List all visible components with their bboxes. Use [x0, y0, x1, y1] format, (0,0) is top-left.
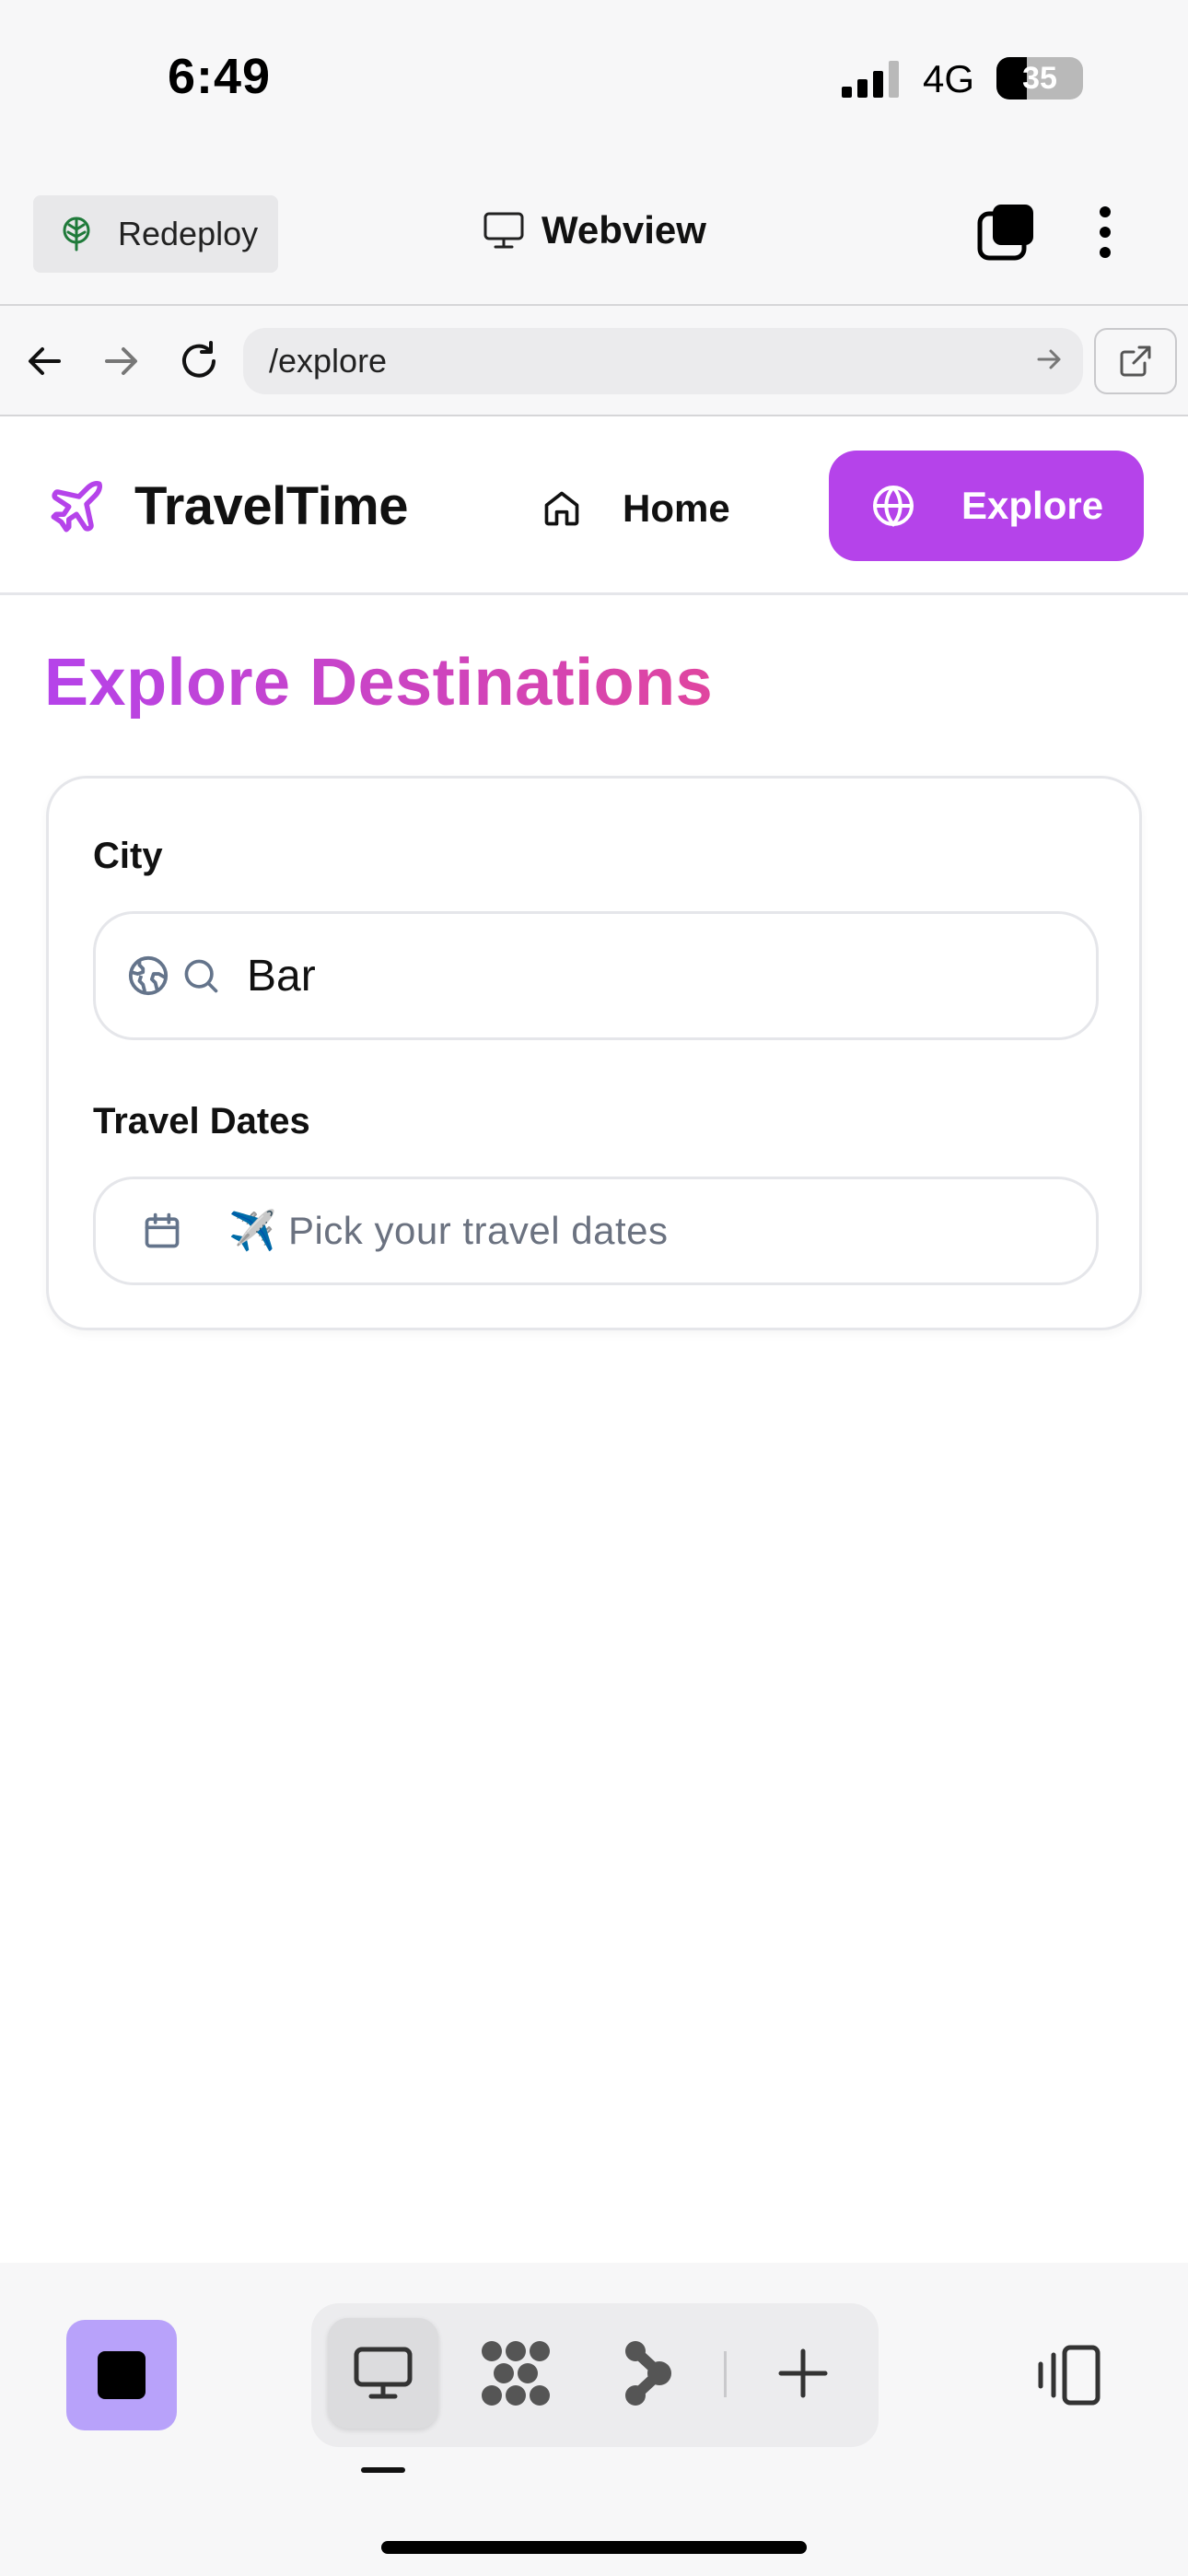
- branch-icon: [623, 2340, 674, 2406]
- forward-arrow-icon[interactable]: [94, 334, 149, 389]
- page-title: Explore Destinations: [44, 646, 714, 720]
- signal-icon: [842, 61, 903, 98]
- monitor-icon: [353, 2346, 413, 2401]
- redeploy-label: Redeploy: [118, 215, 259, 252]
- browser-nav-bar: /explore: [0, 306, 1188, 416]
- battery-tip: [1077, 70, 1083, 87]
- search-card: City Bar Travel Dates ✈️ Pick your trave…: [46, 776, 1142, 1330]
- city-label: City: [93, 836, 163, 876]
- add-button[interactable]: [748, 2318, 858, 2429]
- mode-divider: [724, 2351, 727, 2397]
- status-bar: 6:49 4G 35: [0, 0, 1188, 175]
- plus-icon: [777, 2348, 829, 2399]
- more-options-icon[interactable]: [1087, 203, 1124, 262]
- active-mode-indicator: [361, 2467, 405, 2473]
- tree-icon: [61, 217, 92, 252]
- monitor-icon: [483, 211, 525, 250]
- desktop-view-button[interactable]: [328, 2318, 438, 2429]
- status-time: 6:49: [168, 49, 272, 104]
- url-text: /explore: [269, 342, 388, 380]
- open-external-button[interactable]: [1094, 328, 1177, 394]
- nav-home-link[interactable]: Home: [542, 474, 730, 544]
- site-header: TravelTime Home Explore: [0, 418, 1188, 595]
- go-arrow-icon[interactable]: [1035, 345, 1065, 374]
- city-input[interactable]: Bar: [93, 911, 1099, 1040]
- redeploy-button[interactable]: Redeploy: [33, 195, 278, 273]
- calendar-icon: [142, 1210, 182, 1252]
- plane-icon: [46, 476, 107, 537]
- app-toolbar: Redeploy Webview: [0, 175, 1188, 306]
- nav-home-label: Home: [623, 486, 730, 530]
- branch-view-button[interactable]: [593, 2318, 704, 2429]
- bottom-dock: [0, 2263, 1188, 2576]
- external-link-icon: [1119, 345, 1152, 378]
- house-icon: [542, 487, 582, 530]
- network-type: 4G: [923, 57, 975, 100]
- back-arrow-icon[interactable]: [17, 334, 72, 389]
- webview-label: Webview: [542, 208, 706, 252]
- battery-icon: 35: [996, 57, 1083, 100]
- nav-explore-button[interactable]: Explore: [829, 451, 1144, 561]
- travel-dates-label: Travel Dates: [93, 1101, 310, 1142]
- earth-icon: [127, 954, 169, 997]
- nav-explore-label: Explore: [961, 484, 1104, 527]
- travel-dates-picker[interactable]: ✈️ Pick your travel dates: [93, 1177, 1099, 1285]
- globe-icon: [871, 484, 915, 528]
- brand-logo[interactable]: TravelTime: [46, 475, 409, 537]
- webview-title: Webview: [483, 208, 706, 252]
- molecule-grid-icon: [481, 2340, 551, 2406]
- search-icon: [181, 955, 221, 996]
- home-indicator: [381, 2541, 807, 2554]
- stop-button[interactable]: [66, 2320, 177, 2430]
- city-input-value: Bar: [247, 951, 316, 1001]
- travel-dates-placeholder: ✈️ Pick your travel dates: [228, 1208, 669, 1252]
- reload-icon[interactable]: [171, 334, 227, 389]
- stop-icon: [98, 2351, 146, 2399]
- url-input[interactable]: /explore: [243, 328, 1083, 394]
- battery-level: 35: [1022, 61, 1057, 96]
- panel-toggle-icon[interactable]: [1033, 2340, 1103, 2410]
- grid-view-button[interactable]: [460, 2318, 571, 2429]
- tabs-icon[interactable]: [976, 203, 1035, 262]
- view-mode-switcher: [311, 2303, 879, 2447]
- brand-name: TravelTime: [134, 476, 409, 536]
